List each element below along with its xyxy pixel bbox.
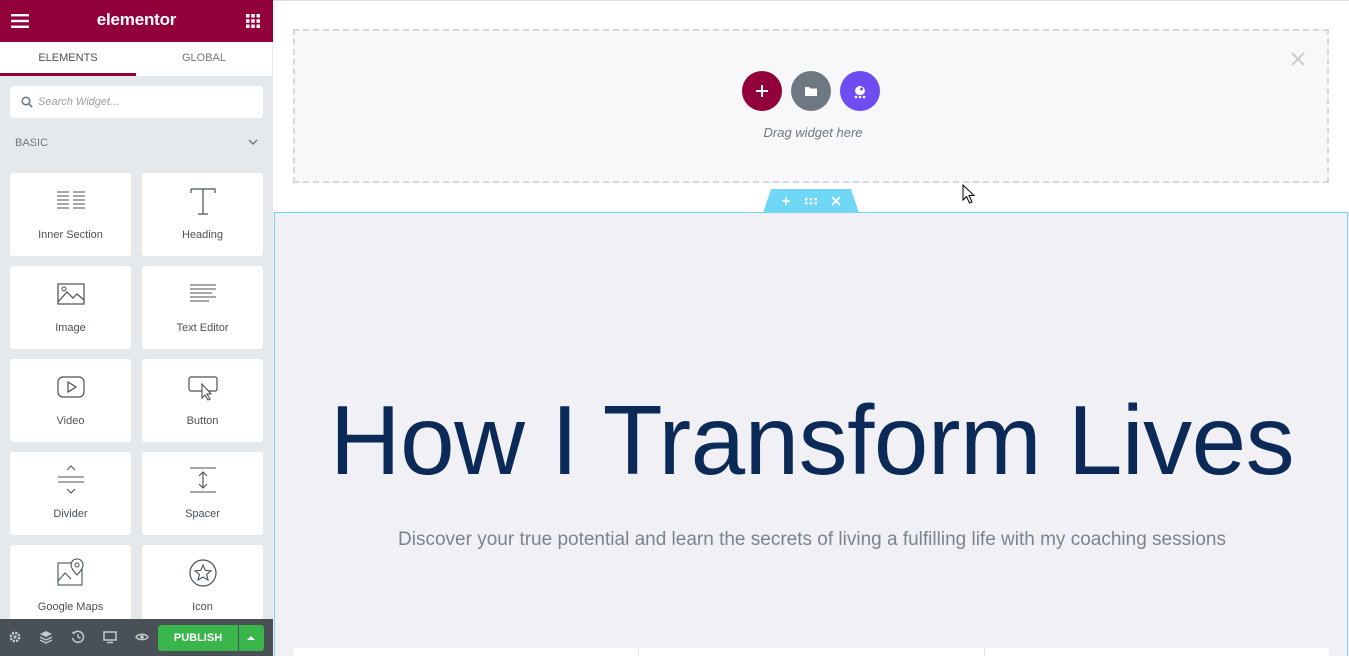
heading-icon [190,188,216,215]
widget-image[interactable]: Image [10,266,131,349]
kit-icon [854,86,866,99]
video-icon [57,376,85,398]
column-divider [638,648,639,656]
widget-label: Button [186,415,219,427]
widget-text-editor[interactable]: Text Editor [142,266,263,349]
widget-label: Icon [192,601,213,613]
cards-row [293,648,1329,656]
widget-google-maps[interactable]: Google Maps [10,545,131,619]
widget-button[interactable]: Button [142,359,263,442]
widget-label: Heading [182,229,223,241]
widget-label: Video [56,415,85,427]
spacer-icon [190,467,216,493]
add-section-button[interactable] [742,71,782,111]
publish-button[interactable]: PUBLISH [158,625,238,651]
widgets-grid-icon[interactable] [246,14,260,28]
tab-elements[interactable]: ELEMENTS [0,42,136,76]
panel-header: elementor [0,0,273,42]
widget-icon[interactable]: Icon [142,545,263,619]
widget-label: Divider [53,508,88,520]
hero-section[interactable]: How I Transform Lives Discover your true… [274,212,1348,656]
publish-options-button[interactable] [239,625,264,651]
widget-grid: Inner Section Heading Image Text Editor … [0,173,273,619]
add-section-plus-icon[interactable] [779,194,793,208]
folder-icon [805,87,817,96]
text-editor-icon [190,284,216,302]
page-subheading[interactable]: Discover your true potential and learn t… [275,529,1349,551]
inner-section-icon [57,191,85,209]
add-section-dropzone[interactable]: Drag widget here [293,29,1329,183]
column-divider [984,648,985,656]
button-icon [188,376,218,401]
tab-global[interactable]: GLOBAL [136,42,272,76]
plus-icon [756,85,768,97]
widget-divider[interactable]: Divider [10,452,131,535]
mouse-cursor-icon [962,184,976,204]
image-icon [57,283,85,305]
close-icon[interactable] [1290,51,1306,67]
chevron-down-icon [248,139,258,145]
category-label: BASIC [15,137,49,149]
editor-canvas: Drag widget here How I Transform Lives D… [273,0,1349,656]
editor-panel: elementor ELEMENTS GLOBAL BASIC [0,0,273,656]
empty-section-area: Drag widget here [273,0,1349,212]
dropzone-hint: Drag widget here [763,125,863,140]
settings-icon[interactable] [8,630,22,644]
caret-up-icon [247,636,255,640]
star-icon [189,559,217,587]
preview-icon[interactable] [135,630,149,644]
widget-inner-section[interactable]: Inner Section [10,173,131,256]
panel-footer: PUBLISH [0,619,273,656]
widget-spacer[interactable]: Spacer [142,452,263,535]
page-headline[interactable]: How I Transform Lives [275,385,1349,495]
widget-heading[interactable]: Heading [142,173,263,256]
widget-label: Inner Section [38,229,103,241]
panel-tabs: ELEMENTS GLOBAL [0,42,273,76]
widget-video[interactable]: Video [10,359,131,442]
layers-icon[interactable] [39,630,53,644]
section-handle [763,189,859,213]
divider-icon [58,465,84,494]
search-icon [21,96,33,108]
kit-library-button[interactable] [840,71,880,111]
add-template-button[interactable] [791,71,831,111]
delete-section-icon[interactable] [829,194,843,208]
widget-label: Image [55,322,86,334]
elementor-logo: elementor [96,10,177,29]
search-widget-input[interactable] [38,86,258,118]
google-maps-icon [57,558,84,586]
history-icon[interactable] [71,630,85,644]
responsive-icon[interactable] [103,630,117,644]
category-basic-header[interactable]: BASIC [0,128,273,156]
widget-label: Text Editor [176,322,229,334]
drag-section-icon[interactable] [804,194,818,208]
search-box [10,86,263,118]
widget-label: Spacer [185,508,220,520]
widget-label: Google Maps [37,601,104,613]
